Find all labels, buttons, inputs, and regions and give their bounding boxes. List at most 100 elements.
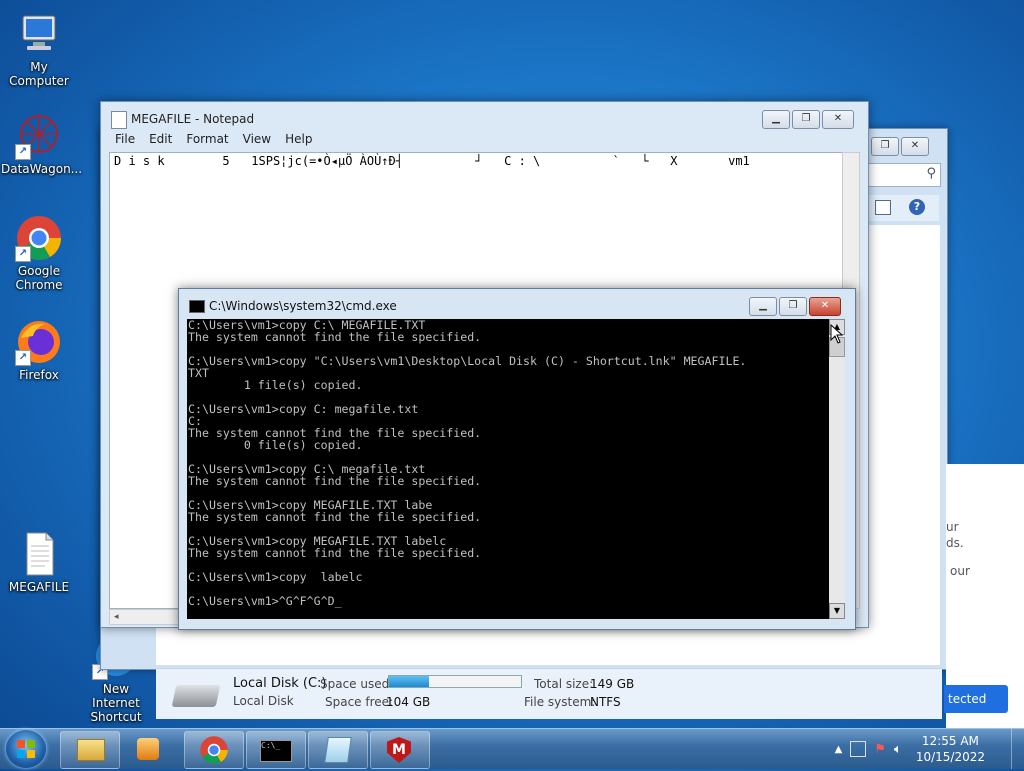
notepad-window-controls: ▁ ❐ ✕ bbox=[762, 110, 854, 129]
close-button[interactable]: ✕ bbox=[822, 110, 854, 129]
protected-button[interactable]: tected bbox=[944, 685, 1008, 713]
start-button[interactable] bbox=[6, 730, 46, 768]
cmd-line: The system cannot find the file specifie… bbox=[188, 474, 482, 488]
cmd-line: The system cannot find the file specifie… bbox=[188, 330, 482, 344]
hard-drive-icon bbox=[171, 685, 221, 707]
menu-view[interactable]: View bbox=[243, 132, 271, 150]
notepad-icon bbox=[324, 737, 352, 763]
chrome-icon bbox=[200, 736, 228, 764]
cmd-line: 0 file(s) copied. bbox=[188, 438, 363, 452]
panel-text-2: ds. bbox=[946, 536, 964, 550]
clock[interactable]: 12:55 AM 10/15/2022 bbox=[916, 733, 985, 765]
space-used-bar bbox=[388, 675, 522, 688]
details-pane: Local Disk (C:) Local Disk Space used: S… bbox=[156, 668, 942, 719]
total-size-value: 149 GB bbox=[590, 677, 635, 691]
maximize-button[interactable]: ❐ bbox=[779, 297, 807, 316]
shortcut-arrow-icon: ↗ bbox=[15, 350, 31, 366]
notepad-menubar: File Edit Format View Help bbox=[109, 132, 860, 150]
space-free-value: 104 GB bbox=[386, 695, 431, 709]
right-side-panel: ur ds. our tected bbox=[944, 464, 1024, 728]
desktop-icon-megafile[interactable]: MEGAFILE bbox=[1, 530, 77, 594]
cmd-line: C:\Users\vm1>^G^F^G^D_ bbox=[188, 594, 342, 608]
windows-logo-icon bbox=[17, 740, 35, 758]
explorer-toolbar-right: ? bbox=[867, 195, 939, 221]
desktop-icon-label: New Internet Shortcut bbox=[90, 682, 142, 724]
taskbar-explorer[interactable] bbox=[60, 731, 120, 769]
taskbar-cmd[interactable]: C:\_ bbox=[246, 731, 306, 769]
notepad-icon bbox=[111, 111, 127, 129]
space-used-label: Space used: bbox=[320, 677, 394, 691]
taskbar-notepad[interactable] bbox=[308, 731, 368, 769]
firefox-icon: ↗ bbox=[15, 318, 63, 366]
space-free-label: Space free: bbox=[325, 695, 394, 709]
close-button[interactable]: ✕ bbox=[901, 137, 929, 156]
taskbar-mcafee[interactable]: M bbox=[370, 731, 430, 769]
cmd-vertical-scrollbar[interactable]: ▲ ▼ bbox=[829, 319, 845, 619]
action-center-icon[interactable]: ⚑ bbox=[874, 742, 886, 757]
system-tray: ▲ ⚑ 🔈︎ 12:55 AM 10/15/2022 bbox=[835, 729, 1024, 769]
datawagon-icon: ↗ bbox=[15, 112, 63, 160]
computer-icon bbox=[15, 10, 63, 58]
mouse-cursor-icon bbox=[830, 324, 844, 344]
mcafee-icon: M bbox=[387, 737, 411, 763]
taskbar-chrome[interactable] bbox=[184, 731, 244, 769]
cmd-line: C:\Users\vm1>copy labelc bbox=[188, 570, 363, 584]
cmd-icon: C:\_ bbox=[260, 740, 292, 762]
desktop-icon-label: My Computer bbox=[9, 60, 69, 88]
notepad-title: MEGAFILE - Notepad bbox=[131, 112, 255, 126]
scroll-down-icon[interactable]: ▼ bbox=[829, 603, 845, 619]
filesystem-value: NTFS bbox=[590, 695, 621, 709]
desktop-icon-label: DataWagon... bbox=[1, 162, 83, 176]
shortcut-arrow-icon: ↗ bbox=[15, 246, 31, 262]
maximize-button[interactable]: ❐ bbox=[871, 137, 899, 156]
shortcut-arrow-icon: ↗ bbox=[15, 144, 31, 160]
media-player-icon bbox=[137, 738, 159, 760]
explorer-search-box[interactable]: ⚲ bbox=[867, 163, 941, 187]
desktop-icon-label: Google Chrome bbox=[15, 264, 63, 292]
cmd-line: C:\Users\vm1>copy "C:\Users\vm1\Desktop\… bbox=[188, 354, 747, 368]
close-button[interactable]: ✕ bbox=[809, 297, 841, 316]
cmd-title: C:\Windows\system32\cmd.exe bbox=[209, 299, 397, 313]
clock-time: 12:55 AM bbox=[921, 734, 979, 748]
taskbar-media-player[interactable] bbox=[122, 731, 182, 769]
space-used-bar-fill bbox=[389, 676, 429, 687]
panel-text-1: ur bbox=[946, 520, 959, 534]
cmd-line: The system cannot find the file specifie… bbox=[188, 546, 482, 560]
text-file-icon bbox=[15, 530, 63, 578]
desktop-icon-chrome[interactable]: ↗ Google Chrome bbox=[1, 214, 77, 292]
panel-text-3: our bbox=[950, 564, 970, 578]
explorer-window-controls: ❐ ✕ bbox=[871, 137, 929, 156]
desktop-icon-label: Firefox bbox=[19, 368, 59, 382]
maximize-button[interactable]: ❐ bbox=[792, 110, 820, 129]
minimize-button[interactable]: ▁ bbox=[749, 297, 777, 316]
menu-edit[interactable]: Edit bbox=[149, 132, 172, 150]
cmd-line: C:\Users\vm1>copy C: megafile.txt bbox=[188, 402, 419, 416]
desktop-icon-label: MEGAFILE bbox=[8, 580, 70, 594]
network-icon[interactable] bbox=[850, 741, 867, 757]
cmd-line: 1 file(s) copied. bbox=[188, 378, 363, 392]
volume-icon[interactable]: 🔈︎ bbox=[894, 742, 902, 757]
menu-help[interactable]: Help bbox=[285, 132, 312, 150]
taskbar: C:\_ M ▲ ⚑ 🔈︎ 12:55 AM 10/15/2022 bbox=[0, 728, 1024, 769]
preview-pane-icon[interactable] bbox=[875, 200, 891, 215]
cmd-line: The system cannot find the file specifie… bbox=[188, 510, 482, 524]
clock-date: 10/15/2022 bbox=[915, 750, 985, 764]
show-hidden-icons-icon[interactable]: ▲ bbox=[835, 744, 843, 755]
desktop-icon-my-computer[interactable]: My Computer bbox=[1, 10, 77, 88]
chrome-icon: ↗ bbox=[15, 214, 63, 262]
cmd-console[interactable]: C:\Users\vm1>copy C:\ MEGAFILE.TXT The sy… bbox=[187, 319, 831, 619]
folder-icon bbox=[77, 739, 105, 761]
menu-file[interactable]: File bbox=[115, 132, 135, 150]
cmd-window[interactable]: C:\Windows\system32\cmd.exe ▁ ❐ ✕ C:\Use… bbox=[178, 288, 856, 630]
drive-name: Local Disk (C:) bbox=[233, 676, 327, 691]
menu-format[interactable]: Format bbox=[186, 132, 228, 150]
help-icon[interactable]: ? bbox=[909, 199, 925, 215]
search-icon: ⚲ bbox=[926, 166, 936, 181]
desktop-icon-firefox[interactable]: ↗ Firefox bbox=[1, 318, 77, 382]
filesystem-label: File system: bbox=[524, 695, 596, 709]
cmd-icon bbox=[189, 300, 205, 313]
desktop-icon-datawagon[interactable]: ↗ DataWagon... bbox=[1, 112, 83, 176]
show-desktop-button[interactable] bbox=[1011, 729, 1024, 769]
minimize-button[interactable]: ▁ bbox=[762, 110, 790, 129]
cmd-window-controls: ▁ ❐ ✕ bbox=[749, 297, 841, 316]
